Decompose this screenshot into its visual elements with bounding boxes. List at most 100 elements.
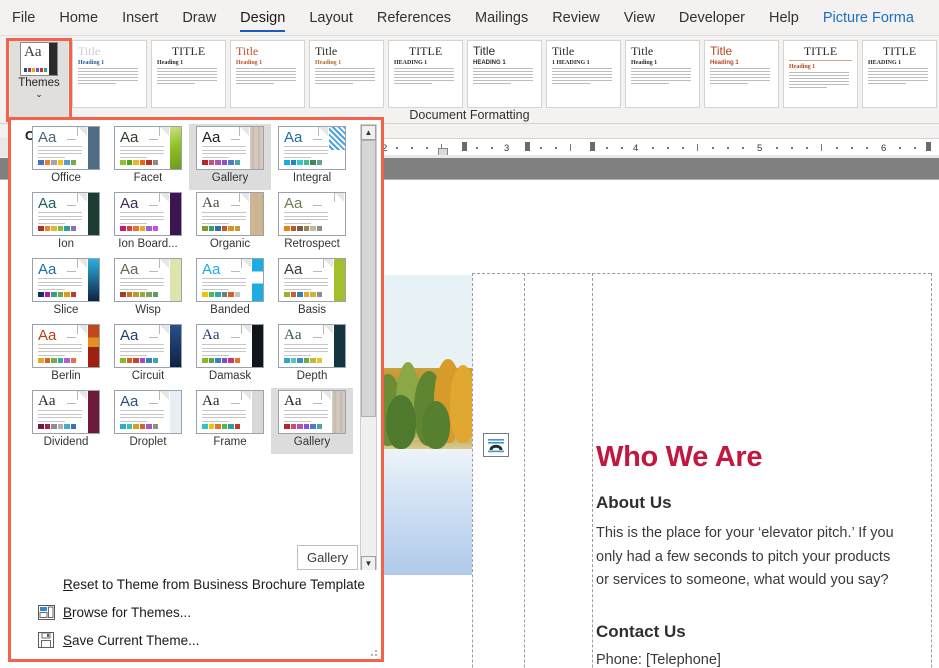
ribbon-tab-design[interactable]: Design [228, 0, 297, 36]
theme-name-label: Gallery [212, 172, 248, 184]
scrollbar-thumb[interactable] [361, 140, 376, 417]
theme-item-frame[interactable]: AaFrame [189, 388, 271, 454]
chevron-down-icon[interactable]: ⌄ [35, 90, 43, 98]
theme-preview-lines [38, 278, 82, 292]
menu-item-reset-theme[interactable]: Reset to Theme from Business Brochure Te… [15, 570, 377, 598]
theme-preview-aa: Aa [120, 196, 138, 211]
save-theme-icon [37, 631, 55, 649]
theme-item-circuit[interactable]: AaCircuit [107, 322, 189, 388]
theme-item-gallery[interactable]: AaGallery [271, 388, 353, 454]
theme-page-fold-icon [239, 127, 249, 136]
themes-grid-viewport[interactable]: AaOfficeAaFacetAaGalleryAaIntegralAaIonA… [17, 124, 357, 572]
theme-accent-band [170, 259, 181, 301]
style-set-thumbnail[interactable]: TitleHeading 1 [230, 40, 305, 108]
style-set-title: TITLE [157, 45, 220, 57]
theme-item-depth[interactable]: AaDepth [271, 322, 353, 388]
theme-item-damask[interactable]: AaDamask [189, 322, 271, 388]
theme-thumbnail: Aa [114, 192, 182, 236]
browse-themes-icon [37, 603, 55, 621]
menu-item-browse-themes[interactable]: Browse for Themes... [15, 598, 377, 626]
theme-preview-dash [67, 139, 76, 140]
style-set-thumbnail[interactable]: TitleHeading 1 [309, 40, 384, 108]
theme-preview-aa: Aa [202, 130, 220, 145]
theme-item-slice[interactable]: AaSlice [25, 256, 107, 322]
theme-item-wisp[interactable]: AaWisp [107, 256, 189, 322]
style-set-body-lines [552, 68, 615, 84]
style-set-thumbnail[interactable]: TitleHeading 1 [72, 40, 147, 108]
theme-item-retrospect[interactable]: AaRetrospect [271, 190, 353, 256]
style-set-thumbnail[interactable]: TITLEHeading 1 [151, 40, 226, 108]
theme-name-label: Integral [293, 172, 331, 184]
ribbon-tab-draw[interactable]: Draw [170, 0, 228, 36]
theme-page-fold-icon [77, 325, 87, 334]
style-set-thumbnail[interactable]: TITLEHEADING 1 [862, 40, 937, 108]
style-set-thumbnail[interactable]: TITLEHeading 1 [783, 40, 858, 108]
text-frame-guide-2 [524, 273, 525, 668]
theme-preview-dash [231, 139, 240, 140]
style-set-gallery[interactable]: TitleHeading 1TITLEHeading 1TitleHeading… [72, 40, 939, 110]
style-set-title: Title [236, 45, 299, 57]
theme-item-gallery[interactable]: Aa Gallery [189, 124, 271, 190]
ribbon-tab-label: Mailings [475, 10, 528, 26]
resize-grip[interactable] [367, 646, 377, 656]
style-set-body-lines [157, 68, 220, 84]
ruler-tick-4: 4 [633, 143, 638, 154]
theme-thumbnail: Aa [278, 390, 346, 434]
style-set-body-lines [868, 68, 931, 84]
theme-thumbnail: Aa [114, 324, 182, 368]
theme-item-dividend[interactable]: AaDividend [25, 388, 107, 454]
ribbon-tab-developer[interactable]: Developer [667, 0, 757, 36]
theme-item-ion[interactable]: AaIon [25, 190, 107, 256]
style-set-thumbnail[interactable]: Title1 HEADING 1 [546, 40, 621, 108]
ribbon-tab-file[interactable]: File [0, 0, 47, 36]
ribbon-tab-references[interactable]: References [365, 0, 463, 36]
theme-accent-band [252, 391, 263, 433]
theme-page-fold-icon [239, 193, 249, 202]
ribbon-tab-home[interactable]: Home [47, 0, 110, 36]
theme-color-swatches [284, 292, 322, 297]
themes-icon-swatches [24, 68, 47, 72]
themes-scrollbar[interactable]: ▲ ▼ [360, 124, 377, 572]
menu-item-save-current-theme[interactable]: Save Current Theme... [15, 626, 377, 654]
theme-item-ion-board[interactable]: Aa Ion Board... [107, 190, 189, 256]
style-set-thumbnail[interactable]: TitleHeading 1 [625, 40, 700, 108]
style-set-title: TITLE [868, 45, 931, 57]
text-wrap-anchor-icon[interactable] [483, 433, 509, 457]
theme-item-organic[interactable]: AaOrganic [189, 190, 271, 256]
style-set-thumbnail[interactable]: TitleHeading 1 [704, 40, 779, 108]
theme-item-berlin[interactable]: AaBerlin [25, 322, 107, 388]
theme-item-office[interactable]: AaOffice [25, 124, 107, 190]
document-text-column[interactable]: Who We Are About Us This is the place fo… [596, 442, 906, 668]
theme-page-fold-icon [241, 391, 251, 400]
style-set-thumbnail[interactable]: TITLEHEADING 1 [388, 40, 463, 108]
theme-preview-aa: Aa [38, 130, 56, 145]
scroll-up-icon[interactable]: ▲ [361, 125, 376, 140]
themes-grid[interactable]: AaOfficeAaFacetAaGalleryAaIntegralAaIonA… [17, 124, 357, 454]
active-tab-underline [240, 30, 285, 33]
theme-preview-aa: Aa [284, 130, 302, 145]
style-set-thumbnail[interactable]: TitleHEADING 1 [467, 40, 542, 108]
themes-menu[interactable]: Reset to Theme from Business Brochure Te… [15, 570, 377, 655]
theme-thumbnail: Aa [196, 324, 264, 368]
theme-item-droplet[interactable]: AaDroplet [107, 388, 189, 454]
theme-item-banded[interactable]: AaBanded [189, 256, 271, 322]
ribbon-tab-label: Help [769, 10, 799, 26]
theme-item-facet[interactable]: AaFacet [107, 124, 189, 190]
theme-item-integral[interactable]: Aa Integral [271, 124, 353, 190]
ribbon-tab-insert[interactable]: Insert [110, 0, 170, 36]
ribbon-tab-mailings[interactable]: Mailings [463, 0, 540, 36]
section-heading-contact-us: Contact Us [596, 623, 906, 642]
ribbon-tab-view[interactable]: View [612, 0, 667, 36]
themes-dropdown-panel[interactable]: Office AaOfficeAaFacetAaGalleryAaIntegra… [8, 117, 384, 662]
text-frame-guide-top [472, 273, 931, 274]
ribbon-tab-layout[interactable]: Layout [297, 0, 365, 36]
scroll-down-icon[interactable]: ▼ [361, 556, 376, 571]
ribbon-tab-picture-forma[interactable]: Picture Forma [811, 0, 926, 36]
theme-preview-dash [313, 403, 322, 404]
theme-preview-lines [284, 344, 328, 358]
theme-name-label: Ion Board... [118, 238, 177, 250]
ribbon-tab-review[interactable]: Review [540, 0, 612, 36]
theme-item-basis[interactable]: AaBasis [271, 256, 353, 322]
ribbon-tab-help[interactable]: Help [757, 0, 811, 36]
theme-thumbnail: Aa [196, 192, 264, 236]
